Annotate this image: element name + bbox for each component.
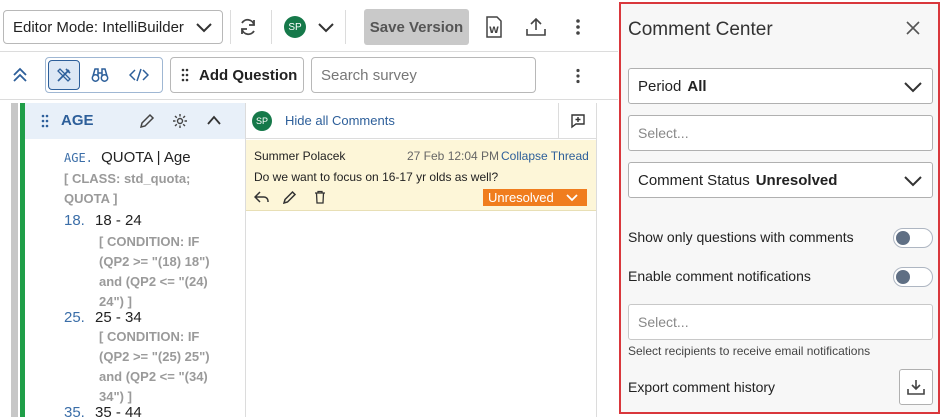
chevron-down-icon (196, 23, 212, 33)
option-label[interactable]: 18 - 24 (95, 212, 142, 229)
word-document-icon[interactable]: W (484, 15, 504, 39)
drag-handle-icon (181, 68, 189, 82)
chevron-up-icon[interactable] (206, 114, 222, 126)
comments-header: SP Hide all Comments (246, 103, 596, 139)
refresh-icon[interactable] (236, 16, 260, 38)
option-condition: [ CONDITION: IF (QP2 >= "(18) 18") and (… (99, 234, 210, 309)
reply-icon[interactable] (254, 190, 270, 204)
edit-view-button[interactable] (48, 60, 80, 90)
option-label[interactable]: 35 - 44 (95, 404, 142, 417)
question-class: [ CLASS: std_quota; QUOTA ] (64, 171, 191, 206)
comment-status-field-label: Comment Status (638, 171, 750, 189)
option-label[interactable]: 25 - 34 (95, 309, 142, 326)
option-number: 35. (64, 404, 85, 417)
question-heading-line: AGE. QUOTA | Age (64, 149, 191, 166)
only-questions-toggle[interactable] (893, 228, 933, 248)
notifications-label: Enable comment notifications (628, 268, 811, 284)
option-condition: [ CONDITION: IF (QP2 >= "(25) 25") and (… (99, 329, 210, 404)
period-label: Period (638, 77, 682, 95)
only-questions-with-comments-row: Show only questions with comments (628, 226, 933, 250)
avatar: SP (252, 111, 272, 131)
comment-notifications-row: Enable comment notifications (628, 265, 933, 289)
chevron-down-icon (318, 23, 334, 33)
recipients-select[interactable]: Select... (628, 304, 933, 340)
svg-text:W: W (489, 26, 499, 36)
period-value: All (687, 77, 707, 95)
pencil-icon[interactable] (139, 113, 155, 129)
panel-title: Comment Center (628, 19, 773, 40)
comment-status-value: Unresolved (755, 171, 838, 189)
user-menu[interactable]: SP (282, 15, 336, 39)
chevron-down-icon (904, 176, 922, 187)
avatar: SP (284, 16, 306, 38)
top-toolbar: Editor Mode: IntelliBuilder SP Save Vers… (0, 0, 618, 52)
close-icon[interactable] (906, 21, 920, 35)
add-comment-icon[interactable] (570, 113, 586, 129)
binoculars-icon (91, 68, 108, 82)
secondary-toolbar: Add Question (0, 52, 618, 100)
add-question-label: Add Question (199, 66, 298, 84)
period-select[interactable]: Period All (628, 68, 933, 104)
export-upload-icon[interactable] (524, 15, 548, 39)
question-title: AGE (61, 112, 94, 129)
hide-all-comments-link[interactable]: Hide all Comments (285, 113, 395, 128)
question-body: AGE. QUOTA | Age [ CLASS: std_quota; QUO… (25, 139, 245, 417)
question-tag: AGE. (64, 151, 93, 165)
comment-center-panel: Comment Center Period All Select... Comm… (619, 2, 940, 414)
comment-thread: Summer Polacek 27 Feb 12:04 PM Collapse … (246, 140, 596, 211)
comment-status-select[interactable]: Comment Status Unresolved (628, 162, 933, 198)
code-icon (128, 68, 149, 82)
view-mode-group (45, 57, 163, 93)
more-options-icon[interactable] (572, 66, 584, 86)
comment-status-dropdown[interactable]: Unresolved (483, 189, 587, 206)
comment-timestamp: 27 Feb 12:04 PM (407, 149, 500, 163)
preview-view-button[interactable] (80, 58, 119, 92)
export-history-button[interactable] (899, 369, 933, 405)
more-options-icon[interactable] (572, 16, 584, 38)
code-view-button[interactable] (119, 58, 158, 92)
export-label: Export comment history (628, 379, 776, 395)
gear-icon[interactable] (172, 113, 188, 129)
recipients-help-text: Select recipients to receive email notif… (628, 344, 871, 358)
save-version-button[interactable]: Save Version (364, 9, 469, 45)
comment-author: Summer Polacek (254, 149, 346, 163)
filter-select[interactable]: Select... (628, 115, 933, 151)
chevron-down-icon (566, 194, 578, 202)
drag-handle-icon[interactable] (41, 114, 49, 128)
edit-tools-icon (57, 68, 71, 82)
add-question-button[interactable]: Add Question (170, 57, 304, 93)
question-heading: QUOTA | Age (101, 149, 191, 166)
recipients-placeholder: Select... (638, 314, 689, 330)
chevron-down-icon (904, 82, 922, 93)
question-header: AGE (25, 103, 245, 139)
export-history-row: Export comment history (628, 369, 933, 407)
option-number: 25. (64, 309, 85, 326)
notifications-toggle[interactable] (893, 267, 933, 287)
collapse-thread-link[interactable]: Collapse Thread (501, 149, 589, 163)
trash-icon[interactable] (314, 190, 326, 204)
option-number: 18. (64, 212, 85, 229)
only-questions-label: Show only questions with comments (628, 229, 854, 245)
editor-mode-label: Editor Mode: IntelliBuilder (13, 18, 184, 36)
comment-status-label: Unresolved (488, 190, 554, 205)
search-survey-input[interactable] (311, 57, 536, 93)
survey-editor: Editor Mode: IntelliBuilder SP Save Vers… (0, 0, 942, 417)
download-icon (907, 380, 925, 395)
collapse-all-icon[interactable] (10, 65, 30, 85)
filter-placeholder: Select... (638, 125, 689, 141)
pencil-icon[interactable] (283, 190, 297, 204)
comment-text: Do we want to focus on 16-17 yr olds as … (254, 170, 499, 184)
editor-mode-select[interactable]: Editor Mode: IntelliBuilder (3, 10, 223, 44)
scrollbar-track[interactable] (11, 103, 18, 417)
